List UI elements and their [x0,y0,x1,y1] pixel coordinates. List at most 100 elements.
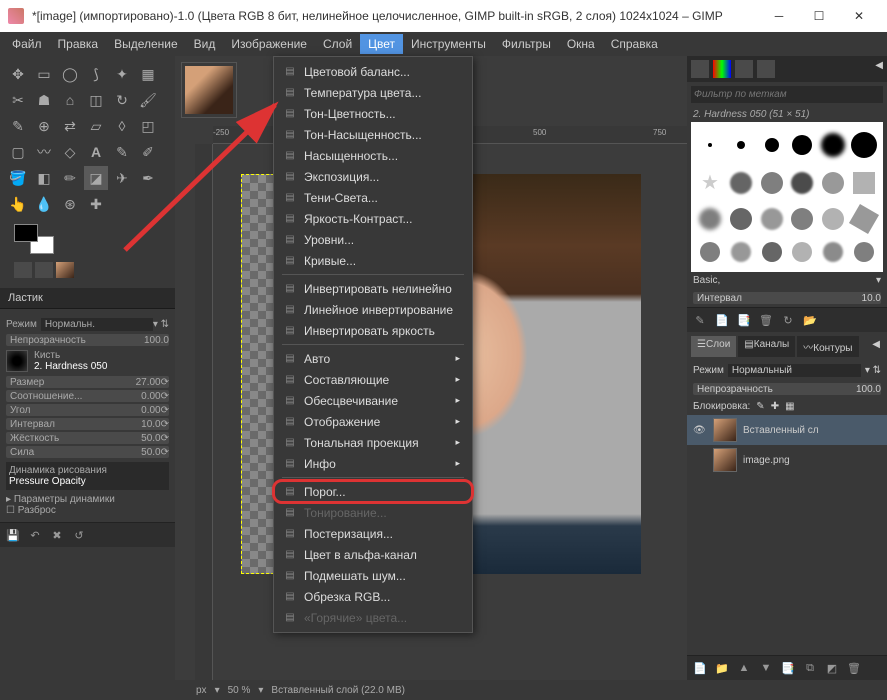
checkbox-icon[interactable]: ☐ [6,505,15,516]
edit-brush-icon[interactable]: ✎ [691,312,709,328]
dup-layer-icon[interactable]: 📑 [779,660,797,676]
angle-slider[interactable]: Угол0.00 ⟳ [6,404,169,416]
visibility-icon[interactable]: 👁 [693,425,707,436]
menu-цвет[interactable]: Цвет [360,34,403,54]
merge-layer-icon[interactable]: ⧉ [801,660,819,676]
menu-item-инвертировать-нелинейно[interactable]: ▤Инвертировать нелинейно [274,278,472,299]
menu-item-температура-цвета[interactable]: ▤Температура цвета... [274,82,472,103]
menu-item-линейное-инвертирование[interactable]: ▤Линейное инвертирование [274,299,472,320]
interval-slider[interactable]: Интервал10.0 ⟳ [6,418,169,430]
history-tab-icon[interactable] [757,60,775,78]
brush-filter-input[interactable]: Фильтр по меткам [691,86,883,103]
lasso-tool[interactable]: ⟆ [84,62,108,86]
menu-item-тон-цветность[interactable]: ▤Тон-Цветность... [274,103,472,124]
gradient-tool[interactable]: ◧ [32,166,56,190]
menu-справка[interactable]: Справка [603,34,666,54]
path-tool[interactable]: ✎ [110,140,134,164]
menu-item-отображение[interactable]: ▤Отображение▸ [274,411,472,432]
airbrush-tool[interactable]: ✈ [110,166,134,190]
refresh-brush-icon[interactable]: ↻ [779,312,797,328]
layer-up-icon[interactable]: ▲ [735,660,753,676]
fg-color[interactable] [14,224,38,242]
dup-brush-icon[interactable]: 📑 [735,312,753,328]
lock-pixels-icon[interactable]: ✎ [756,401,764,412]
force-slider[interactable]: Сила50.0 ⟳ [6,446,169,458]
layer-group-icon[interactable]: 📁 [713,660,731,676]
menu-item-инвертировать-яркость[interactable]: ▤Инвертировать яркость [274,320,472,341]
shear-tool[interactable]: ▱ [84,114,108,138]
menu-item-тон-насыщенность[interactable]: ▤Тон-Насыщенность... [274,124,472,145]
brush-interval-slider[interactable]: Интервал10.0 [693,292,881,304]
menu-слой[interactable]: Слой [315,34,360,54]
menu-фильтры[interactable]: Фильтры [494,34,559,54]
fuzzy-select-tool[interactable]: ✦ [110,62,134,86]
rect-select-tool[interactable]: ▭ [32,62,56,86]
mask-layer-icon[interactable]: ◩ [823,660,841,676]
clone-tool[interactable]: ⊛ [58,192,82,216]
fonts-tab-icon[interactable] [735,60,753,78]
image-tab[interactable] [181,62,237,118]
bucket-fill-tool[interactable]: 🪣 [6,166,30,190]
layer-down-icon[interactable]: ▼ [757,660,775,676]
menu-правка[interactable]: Правка [50,34,107,54]
menu-item-авто[interactable]: ▤Авто▸ [274,348,472,369]
del-layer-icon[interactable]: 🗑 [845,660,863,676]
layers-tab[interactable]: ☰Слои [691,336,736,357]
mode-dropdown-icon[interactable]: ▾ ⇅ [865,365,881,376]
patterns-tab-icon[interactable] [713,60,731,78]
menu-инструменты[interactable]: Инструменты [403,34,494,54]
restore-options-icon[interactable]: ↶ [26,527,44,543]
menu-вид[interactable]: Вид [186,34,224,54]
text-tool[interactable]: A [84,140,108,164]
pencil-tool[interactable]: ✏ [58,166,82,190]
unit-select[interactable]: px [196,685,207,696]
menu-item-тональная-проекция[interactable]: ▤Тональная проекция▸ [274,432,472,453]
color-picker-tool[interactable]: ✐ [136,140,160,164]
layer-opacity-slider[interactable]: Непрозрачность100.0 [693,383,881,395]
delete-options-icon[interactable]: ✖ [48,527,66,543]
save-options-icon[interactable]: 💾 [4,527,22,543]
menu-окна[interactable]: Окна [559,34,603,54]
menu-выделение[interactable]: Выделение [106,34,186,54]
brush-grid[interactable]: ★ [691,122,883,272]
size-slider[interactable]: Размер27.00 ⟳ [6,376,169,388]
menu-item-экспозиция[interactable]: ▤Экспозиция... [274,166,472,187]
brush-preview-icon[interactable] [6,350,28,372]
dropdown-icon[interactable]: ▾ [876,275,881,286]
crop-tool[interactable]: ⌂ [58,88,82,112]
tab-device-status-icon[interactable] [35,262,53,278]
layer-row[interactable]: 👁 Вставленный сл [687,415,887,445]
paths-tab[interactable]: 〰Контуры [797,336,858,357]
menu-item-тени-света[interactable]: ▤Тени-Света... [274,187,472,208]
expand-icon[interactable]: ▸ [6,494,11,505]
unified-transform-tool[interactable]: ◫ [84,88,108,112]
hardness-slider[interactable]: Жёсткость50.0 ⟳ [6,432,169,444]
menu-изображение[interactable]: Изображение [223,34,315,54]
warp-tool[interactable]: 〰 [32,140,56,164]
channels-tab[interactable]: ▤Каналы [738,336,795,357]
menu-item-инфо[interactable]: ▤Инфо▸ [274,453,472,474]
maximize-button[interactable]: ☐ [799,0,839,32]
ellipse-select-tool[interactable]: ◯ [58,62,82,86]
new-layer-icon[interactable]: 📄 [691,660,709,676]
color-swatch[interactable] [14,224,54,254]
ink-tool[interactable]: ✒ [136,166,160,190]
brushes-tab-icon[interactable] [691,60,709,78]
mode-dropdown-icon[interactable]: ▾ ⇅ [153,319,169,330]
smudge-tool[interactable]: 👆 [6,192,30,216]
layer-row[interactable]: image.png [687,445,887,475]
menu-item-обесцвечивание[interactable]: ▤Обесцвечивание▸ [274,390,472,411]
tab-tool-options-icon[interactable] [14,262,32,278]
ratio-slider[interactable]: Соотношение...0.00 ⟳ [6,390,169,402]
lock-alpha-icon[interactable]: ▦ [785,401,794,412]
foreground-select-tool[interactable]: ☗ [32,88,56,112]
brush-preset-select[interactable]: Basic, [693,275,720,286]
mode-value[interactable]: Нормальн. [41,318,153,331]
measure-tool[interactable]: ✎ [6,114,30,138]
menu-item-постеризация[interactable]: ▤Постеризация... [274,523,472,544]
blur-tool[interactable]: 💧 [32,192,56,216]
menu-item-цветовой-баланс[interactable]: ▤Цветовой баланс... [274,61,472,82]
layers-menu-icon[interactable]: ◀ [869,336,883,357]
handle-tool[interactable]: ◇ [58,140,82,164]
scale-tool[interactable]: ◰ [136,114,160,138]
